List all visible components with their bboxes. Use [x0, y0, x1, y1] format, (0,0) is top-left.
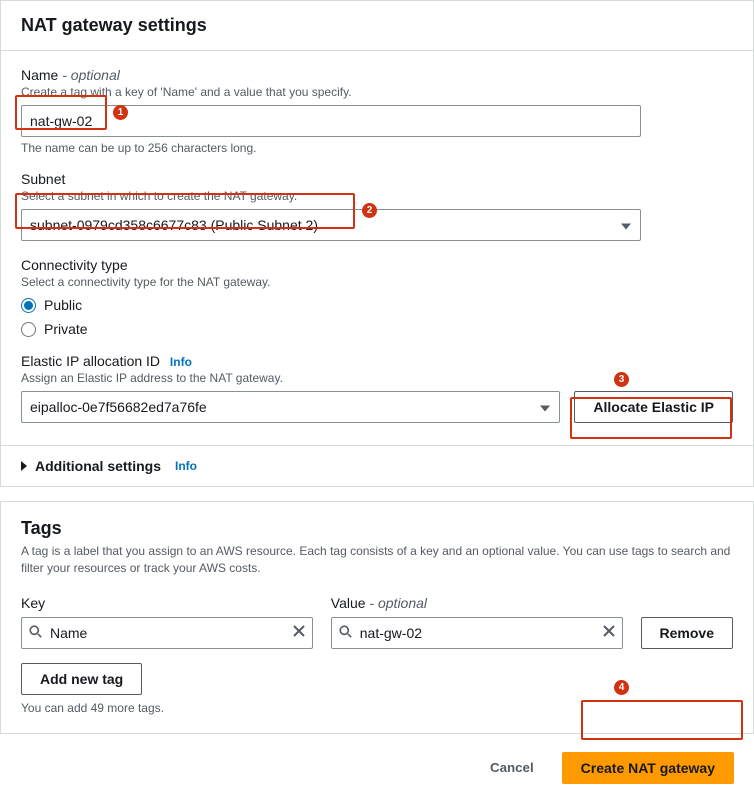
public-radio[interactable] [21, 298, 36, 313]
tags-panel: Tags A tag is a label that you assign to… [0, 501, 754, 734]
eip-select[interactable]: eipalloc-0e7f56682ed7a76fe [21, 391, 560, 423]
name-help: Create a tag with a key of 'Name' and a … [21, 85, 733, 99]
subnet-field: Subnet Select a subnet in which to creat… [21, 171, 733, 241]
eip-label: Elastic IP allocation ID [21, 353, 160, 369]
nat-settings-panel: NAT gateway settings Name - optional Cre… [0, 0, 754, 487]
subnet-help: Select a subnet in which to create the N… [21, 189, 733, 203]
subnet-label: Subnet [21, 171, 733, 187]
private-radio-label: Private [44, 321, 88, 337]
eip-info-link[interactable]: Info [170, 355, 192, 369]
callout-badge-2: 2 [362, 203, 377, 218]
name-label: Name [21, 67, 58, 83]
connectivity-label: Connectivity type [21, 257, 733, 273]
optional-suffix: - optional [366, 595, 427, 611]
eip-field: Elastic IP allocation ID Info Assign an … [21, 353, 733, 423]
tags-hint: You can add 49 more tags. [21, 701, 733, 715]
remove-tag-button[interactable]: Remove [641, 617, 733, 649]
allocate-eip-button[interactable]: Allocate Elastic IP [574, 391, 733, 423]
tag-value-input[interactable] [331, 617, 623, 649]
settings-title: NAT gateway settings [21, 15, 733, 36]
connectivity-field: Connectivity type Select a connectivity … [21, 257, 733, 337]
tags-title: Tags [21, 518, 733, 539]
callout-badge-3: 3 [614, 372, 629, 387]
cancel-button[interactable]: Cancel [472, 754, 552, 781]
additional-info-link[interactable]: Info [175, 459, 197, 473]
clear-icon[interactable] [293, 624, 305, 642]
panel-header: NAT gateway settings [1, 1, 753, 51]
subnet-select[interactable]: subnet-0979cd358c6677c83 (Public Subnet … [21, 209, 641, 241]
optional-suffix: - optional [58, 67, 119, 83]
search-icon [29, 625, 42, 641]
tag-key-input[interactable] [21, 617, 313, 649]
private-radio[interactable] [21, 322, 36, 337]
clear-icon[interactable] [603, 624, 615, 642]
tags-desc: A tag is a label that you assign to an A… [21, 543, 733, 577]
callout-badge-1: 1 [113, 105, 128, 120]
connectivity-help: Select a connectivity type for the NAT g… [21, 275, 733, 289]
name-hint: The name can be up to 256 characters lon… [21, 141, 733, 155]
search-icon [339, 625, 352, 641]
public-radio-label: Public [44, 297, 82, 313]
create-nat-gateway-button[interactable]: Create NAT gateway [562, 752, 734, 784]
add-tag-button[interactable]: Add new tag [21, 663, 142, 695]
key-label: Key [21, 595, 313, 611]
value-label: Value [331, 595, 366, 611]
additional-settings-toggle[interactable]: Additional settings Info [1, 445, 753, 486]
callout-badge-4: 4 [614, 680, 629, 695]
footer: Cancel Create NAT gateway [0, 734, 754, 802]
triangle-right-icon [21, 461, 27, 471]
